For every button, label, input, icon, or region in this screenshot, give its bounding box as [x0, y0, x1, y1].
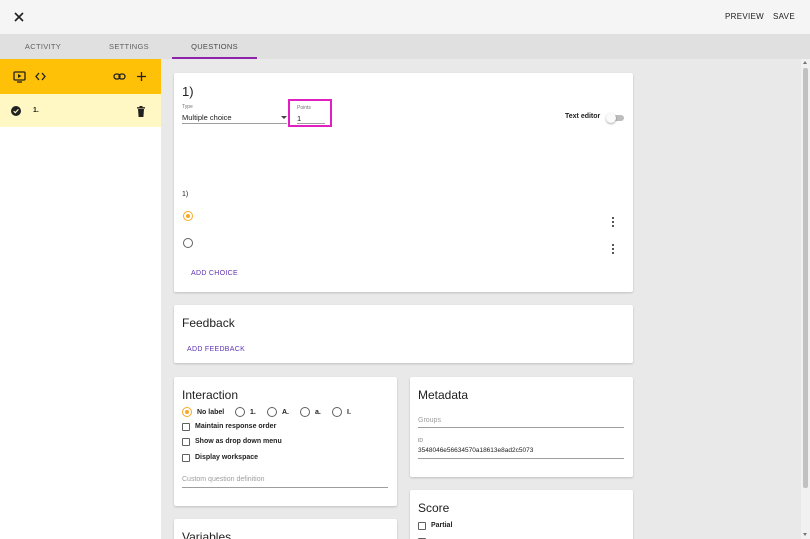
- label-option-upper-alpha: A.: [282, 409, 289, 416]
- sidebar-item-label: 1.: [33, 107, 39, 114]
- variables-card: Variables: [174, 519, 397, 539]
- dropdown-menu-label: Show as drop down menu: [195, 438, 282, 445]
- points-input[interactable]: 1: [297, 114, 301, 123]
- id-underline: [418, 458, 624, 459]
- label-option-roman: I.: [347, 409, 351, 416]
- question-card: 1) Type Multiple choice Points 1 Text ed…: [174, 73, 633, 292]
- close-icon[interactable]: [11, 9, 27, 25]
- link-icon[interactable]: [113, 70, 126, 83]
- id-field[interactable]: 3548046e56634570a18613e8ad2c5073: [418, 447, 533, 454]
- tab-questions[interactable]: QUESTIONS: [172, 34, 257, 59]
- label-option-none-radio[interactable]: [182, 407, 192, 417]
- partial-checkbox[interactable]: [418, 522, 426, 530]
- points-label: Points: [297, 105, 311, 111]
- main-scrollbar[interactable]: [801, 59, 810, 539]
- feedback-card: Feedback ADD FEEDBACK: [174, 305, 633, 363]
- label-option-numeric: 1.: [250, 409, 256, 416]
- display-workspace-label: Display workspace: [195, 454, 259, 461]
- text-editor-label: Text editor: [565, 113, 601, 120]
- tab-settings[interactable]: SETTINGS: [86, 34, 172, 59]
- question-prompt-number: 1): [182, 191, 189, 198]
- save-button[interactable]: SAVE: [773, 12, 795, 21]
- label-option-roman-radio[interactable]: [332, 407, 342, 417]
- feedback-title: Feedback: [182, 316, 235, 330]
- dropdown-menu-checkbox[interactable]: [182, 438, 190, 446]
- toggle-thumb: [606, 113, 616, 123]
- display-workspace-checkbox[interactable]: [182, 454, 190, 462]
- choice-1-radio[interactable]: [183, 211, 193, 221]
- interaction-card: Interaction No label 1. A. a. I. Maintai…: [174, 377, 397, 506]
- type-select-underline: [182, 123, 287, 124]
- add-feedback-button[interactable]: ADD FEEDBACK: [187, 346, 245, 353]
- metadata-title: Metadata: [418, 388, 469, 402]
- check-circle-icon: [11, 106, 21, 116]
- score-title: Score: [418, 501, 450, 515]
- preview-icon[interactable]: [13, 70, 26, 83]
- type-label: Type: [182, 104, 193, 110]
- custom-definition-underline: [182, 487, 388, 488]
- preview-button[interactable]: PREVIEW: [725, 12, 764, 21]
- tab-bar: ACTIVITY SETTINGS QUESTIONS: [0, 34, 810, 59]
- scroll-up-arrow-icon[interactable]: [803, 61, 807, 64]
- groups-input[interactable]: Groups: [418, 417, 441, 424]
- label-option-upper-alpha-radio[interactable]: [267, 407, 277, 417]
- variables-title: Variables: [182, 530, 232, 539]
- points-field[interactable]: Points 1: [288, 99, 332, 127]
- metadata-card: Metadata Groups ID 3548046e56634570a1861…: [410, 377, 633, 477]
- code-icon[interactable]: [34, 70, 47, 83]
- question-title: 1): [182, 84, 194, 99]
- tab-activity[interactable]: ACTIVITY: [0, 34, 86, 59]
- interaction-title: Interaction: [182, 388, 239, 402]
- add-choice-button[interactable]: ADD CHOICE: [191, 270, 238, 277]
- plus-icon[interactable]: [135, 70, 148, 83]
- custom-definition-input[interactable]: Custom question definition: [182, 476, 265, 483]
- sidebar-toolbar: [0, 59, 161, 94]
- maintain-order-checkbox[interactable]: [182, 423, 190, 431]
- label-option-none: No label: [197, 409, 225, 416]
- text-editor-toggle[interactable]: [606, 113, 624, 123]
- top-bar: PREVIEW SAVE: [0, 0, 810, 34]
- choice-2-more-icon[interactable]: [611, 244, 615, 255]
- sidebar: 1.: [0, 59, 161, 539]
- type-select[interactable]: Multiple choice: [182, 113, 232, 122]
- label-option-lower-alpha: a.: [315, 409, 321, 416]
- partial-label: Partial: [431, 522, 453, 529]
- maintain-order-label: Maintain response order: [195, 423, 277, 430]
- id-label: ID: [418, 438, 423, 444]
- groups-underline: [418, 427, 624, 428]
- label-option-numeric-radio[interactable]: [235, 407, 245, 417]
- sidebar-item-question-1[interactable]: 1.: [0, 94, 161, 127]
- label-option-lower-alpha-radio[interactable]: [300, 407, 310, 417]
- score-card: Score Partial: [410, 490, 633, 539]
- trash-icon[interactable]: [136, 106, 146, 117]
- caret-down-icon[interactable]: [281, 116, 287, 119]
- points-underline: [297, 123, 325, 124]
- scroll-down-arrow-icon[interactable]: [803, 533, 807, 536]
- scroll-thumb[interactable]: [803, 68, 808, 488]
- choice-2-radio[interactable]: [183, 238, 193, 248]
- choice-1-more-icon[interactable]: [611, 217, 615, 228]
